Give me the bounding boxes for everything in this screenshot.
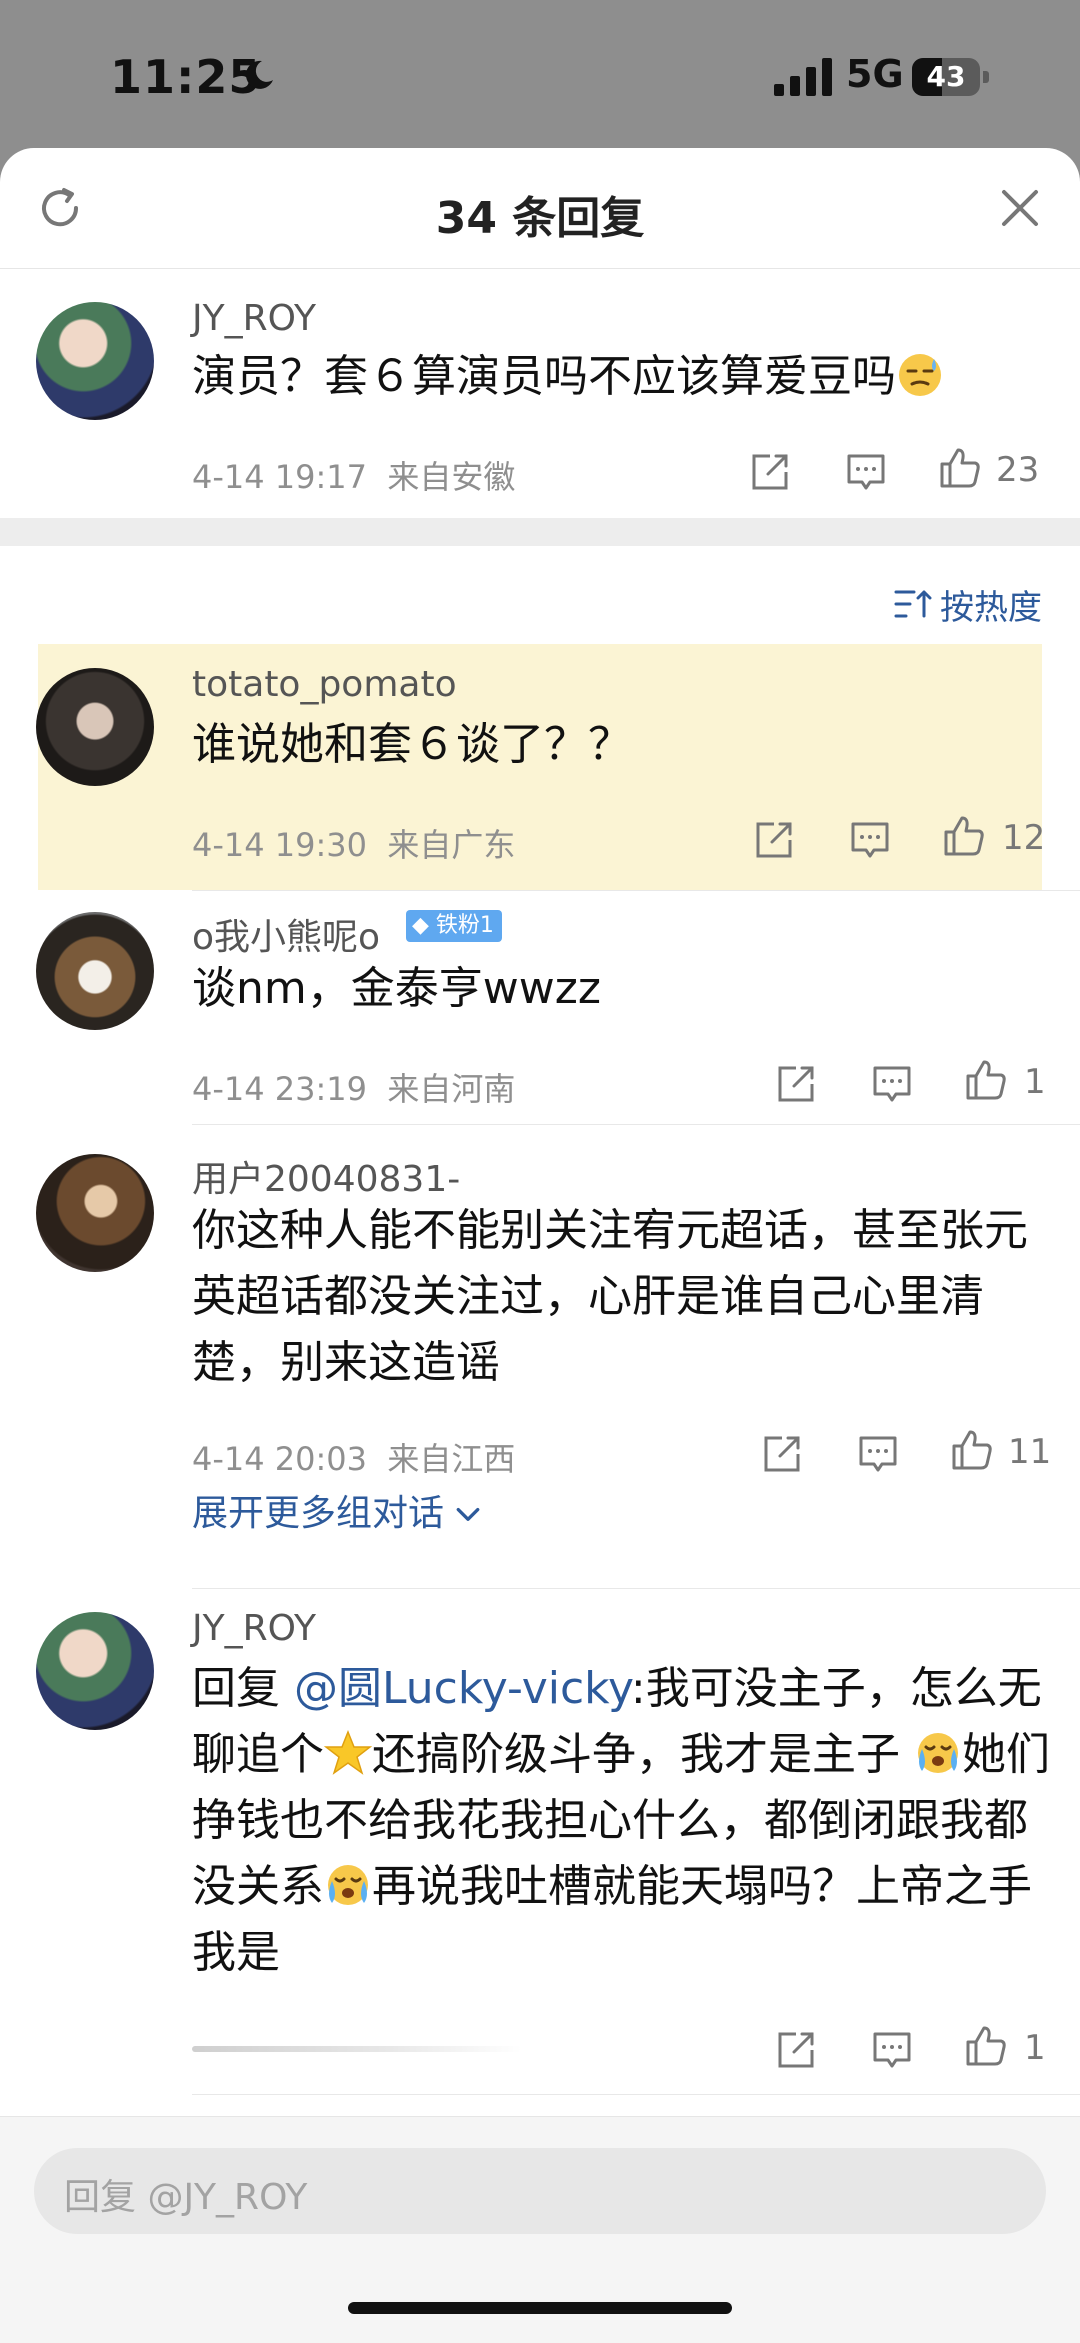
status-time: 11:25 <box>110 50 262 104</box>
close-icon[interactable] <box>998 186 1042 230</box>
comment-text: 谈nm，金泰亨wwzz <box>192 963 601 1014</box>
like-count: 1 <box>1024 1062 1046 1102</box>
sheet-title: 34 条回复 <box>435 193 645 244</box>
comment-icon[interactable] <box>856 1432 900 1476</box>
reply-item: JY_ROY 回复 @圆Lucky-vicky:我可没主子，怎么无聊追个 还搞阶… <box>0 1608 1080 2072</box>
like-icon[interactable] <box>942 814 986 858</box>
expand-conversations-link[interactable]: 展开更多组对话 <box>192 1484 481 1536</box>
divider <box>192 1124 1080 1125</box>
share-icon[interactable] <box>774 1062 818 1106</box>
reply-input[interactable]: 回复 @JY_ROY <box>34 2148 1046 2234</box>
share-icon[interactable] <box>752 818 796 862</box>
divider <box>192 2094 1080 2095</box>
comment-location: 来自河南 <box>387 1070 516 1108</box>
comment-time: 4-14 20:03 <box>192 1440 368 1478</box>
fan-badge: ◆ 铁粉1 <box>406 910 502 942</box>
section-divider <box>0 518 1080 546</box>
comment-time: 4-14 19:17 <box>192 458 368 496</box>
mention-link[interactable]: @圆Lucky-vicky <box>294 1663 631 1714</box>
avatar[interactable] <box>36 1154 154 1272</box>
share-icon[interactable] <box>760 1432 804 1476</box>
network-type: 5G <box>846 52 904 96</box>
like-count: 1 <box>1024 2028 1046 2068</box>
comment-icon[interactable] <box>870 1062 914 1106</box>
comment-text: 你这种人能不能别关注宥元超话，甚至张元英超话都没关注过，心肝是谁自己心里清楚，别… <box>192 1205 1028 1388</box>
sort-button[interactable]: 按热度 <box>940 580 1042 629</box>
comment-icon[interactable] <box>848 818 892 862</box>
username[interactable]: totato_pomato <box>192 664 457 705</box>
sheet-header: 34 条回复 <box>0 148 1080 269</box>
comment-meta: 4-14 19:17 来自安徽 <box>192 452 515 498</box>
sort-icon[interactable] <box>894 588 932 620</box>
comment-text: 演员？套６算演员吗不应该算爱豆吗 <box>192 344 1052 410</box>
signal-icon <box>774 58 832 96</box>
avatar[interactable] <box>36 668 154 786</box>
like-count: 12 <box>1002 818 1046 858</box>
username[interactable]: 用户20040831- <box>192 1150 460 1202</box>
star-emoji-icon <box>324 1729 372 1775</box>
comment-text: 谁说她和套６谈了？？ <box>192 719 632 770</box>
battery-level: 43 <box>926 60 966 93</box>
like-icon[interactable] <box>950 1428 994 1472</box>
share-icon[interactable] <box>748 450 792 494</box>
reply-item: 用户20040831- 你这种人能不能别关注宥元超话，甚至张元英超话都没关注过，… <box>0 1154 1080 1534</box>
username[interactable]: JY_ROY <box>192 298 316 339</box>
reply-item: totato_pomato 谁说她和套６谈了？？ 4-14 19:30 来自广东… <box>0 664 1080 888</box>
comment-meta: 4-14 19:30 来自广东 <box>192 820 515 866</box>
replies-sheet: 34 条回复 JY_ROY 演员？套６算演员吗不应该算爱豆吗 4-14 19:1… <box>0 148 1080 2342</box>
share-icon[interactable] <box>774 2028 818 2072</box>
comment-location: 来自安徽 <box>387 458 516 496</box>
sweat-emoji-icon <box>899 354 941 396</box>
divider <box>192 890 1080 891</box>
faded-meta-placeholder <box>192 2046 522 2052</box>
comment-location: 来自江西 <box>387 1440 516 1478</box>
comment-location: 来自广东 <box>387 826 516 864</box>
comment-time: 4-14 23:19 <box>192 1070 368 1108</box>
crying-emoji-icon <box>918 1733 958 1773</box>
reply-item: o我小熊呢o ◆ 铁粉1 谈nm，金泰亨wwzz 4-14 23:19 来自河南… <box>0 910 1080 1132</box>
home-indicator[interactable] <box>348 2302 732 2314</box>
moon-icon <box>245 60 273 89</box>
comment-time: 4-14 19:30 <box>192 826 368 864</box>
like-icon[interactable] <box>938 446 982 490</box>
reply-placeholder: 回复 @JY_ROY <box>64 2177 308 2218</box>
battery-icon: 43 <box>912 58 990 96</box>
status-bar: 11:25 5G 43 <box>0 0 1080 150</box>
avatar[interactable] <box>36 1612 154 1730</box>
comment-icon[interactable] <box>870 2028 914 2072</box>
username[interactable]: o我小熊呢o <box>192 908 380 960</box>
divider <box>192 1588 1080 1589</box>
like-count: 11 <box>1008 1432 1052 1472</box>
avatar[interactable] <box>36 912 154 1030</box>
username[interactable]: JY_ROY <box>192 1608 316 1649</box>
like-count: 23 <box>996 450 1040 490</box>
crying-emoji-icon <box>328 1865 368 1905</box>
comment-meta: 4-14 23:19 来自河南 <box>192 1064 515 1110</box>
comment-meta: 4-14 20:03 来自江西 <box>192 1434 515 1480</box>
like-icon[interactable] <box>964 1058 1008 1102</box>
avatar[interactable] <box>36 302 154 420</box>
like-icon[interactable] <box>964 2024 1008 2068</box>
chevron-down-icon <box>457 1507 480 1521</box>
comment-icon[interactable] <box>844 450 888 494</box>
comment-text: 回复 @圆Lucky-vicky:我可没主子，怎么无聊追个 还搞阶级斗争，我才是… <box>192 1663 1050 1978</box>
